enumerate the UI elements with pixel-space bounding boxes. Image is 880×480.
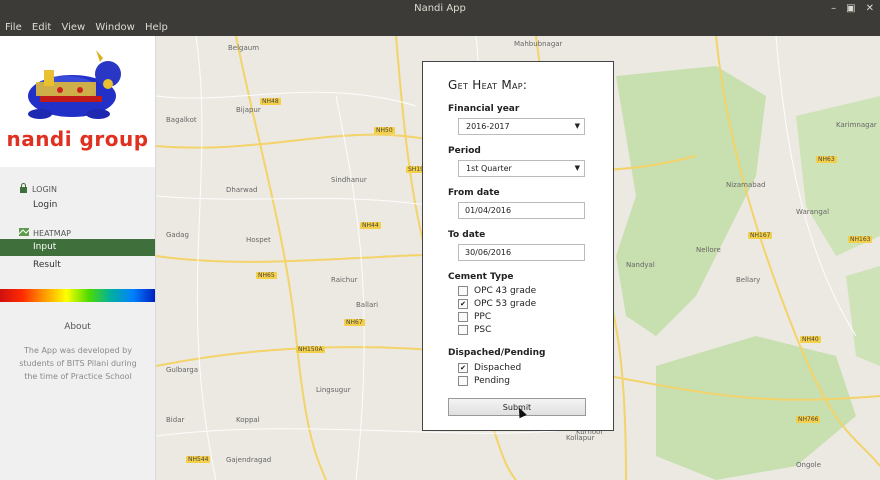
about-title: About: [64, 322, 91, 332]
town-label: Bijapur: [236, 106, 261, 114]
town-label: Ongole: [796, 461, 821, 469]
town-label: Kollapur: [566, 434, 595, 442]
period-label: Period: [448, 146, 481, 156]
checkbox-icon[interactable]: [458, 325, 468, 335]
lock-icon: [19, 183, 28, 195]
dropdown-arrow-icon: ▼: [574, 164, 580, 172]
checkbox-checked-icon[interactable]: ✔: [458, 299, 468, 309]
login-section-header: LOGIN: [19, 183, 57, 195]
sidebar: nandi group LOGIN Login HEATMAP Input Re…: [0, 36, 156, 480]
town-label: Lingsugur: [316, 386, 351, 394]
town-label: Nizamabad: [726, 181, 766, 189]
road-label: NH50: [374, 127, 395, 134]
cement-option-opc43[interactable]: OPC 43 grade: [458, 286, 536, 296]
heatmap-section-header: HEATMAP: [18, 227, 72, 239]
road-label: NH65: [256, 272, 277, 279]
town-label: Gajendragad: [226, 456, 272, 464]
town-label: Bagalkot: [166, 116, 197, 124]
town-label: Bellary: [736, 276, 761, 284]
checkbox-label: OPC 53 grade: [474, 299, 537, 309]
checkbox-checked-icon[interactable]: ✔: [458, 363, 468, 373]
dispatch-option-dispached[interactable]: ✔ Dispached: [458, 363, 521, 373]
checkbox-label: Dispached: [474, 363, 522, 373]
from-date-input[interactable]: 01/04/2016: [458, 202, 585, 219]
town-label: Ballari: [356, 301, 379, 309]
sidebar-item-login[interactable]: Login: [0, 197, 155, 214]
menu-window[interactable]: Window: [95, 22, 134, 33]
sidebar-item-label: Input: [33, 242, 57, 252]
financial-year-value: 2016-2017: [466, 122, 510, 131]
period-value: 1st Quarter: [466, 164, 512, 173]
town-label: Dharwad: [226, 186, 258, 194]
town-label: Warangal: [796, 208, 830, 216]
window-titlebar: Nandi App – ▣ ✕: [0, 0, 880, 19]
road-label: NH766: [796, 416, 821, 423]
map-icon: [18, 227, 30, 239]
road-label: NH63: [816, 156, 837, 163]
form-title: Get Heat Map:: [448, 78, 528, 92]
cement-type-label: Cement Type: [448, 272, 514, 282]
menu-view[interactable]: View: [61, 22, 85, 33]
road-label: NH44: [360, 222, 381, 229]
town-label: Nandyal: [626, 261, 655, 269]
town-label: Karimnagar: [836, 121, 877, 129]
cement-option-ppc[interactable]: PPC: [458, 312, 491, 322]
road-label: NH544: [186, 456, 211, 463]
menu-bar: File Edit View Window Help: [0, 19, 880, 36]
checkbox-icon[interactable]: [458, 286, 468, 296]
checkbox-icon[interactable]: [458, 376, 468, 386]
heatmap-section-label: HEATMAP: [33, 228, 72, 238]
close-icon[interactable]: ✕: [866, 3, 874, 14]
checkbox-label: Pending: [474, 376, 510, 386]
financial-year-select[interactable]: 2016-2017 ▼: [458, 118, 585, 135]
town-label: Raichur: [331, 276, 358, 284]
maximize-icon[interactable]: ▣: [846, 3, 855, 14]
road-label: NH67: [344, 319, 365, 326]
menu-help[interactable]: Help: [145, 22, 168, 33]
sidebar-item-label: Result: [33, 260, 61, 270]
checkbox-label: PPC: [474, 312, 492, 322]
menu-file[interactable]: File: [5, 22, 22, 33]
period-select[interactable]: 1st Quarter ▼: [458, 160, 585, 177]
brand-text: nandi group: [6, 127, 149, 151]
town-label: Gadag: [166, 231, 189, 239]
minimize-icon[interactable]: –: [831, 3, 836, 14]
town-label: Sindhanur: [331, 176, 367, 184]
sidebar-item-label: Login: [33, 200, 58, 210]
heatmap-form-panel: Get Heat Map: Financial year 2016-2017 ▼…: [422, 61, 614, 431]
to-date-input[interactable]: 30/06/2016: [458, 244, 585, 261]
from-date-label: From date: [448, 188, 500, 198]
heat-color-scale: [0, 289, 155, 302]
checkbox-icon[interactable]: [458, 312, 468, 322]
road-label: NH167: [748, 232, 773, 239]
login-section-label: LOGIN: [32, 184, 58, 194]
menu-edit[interactable]: Edit: [32, 22, 51, 33]
road-label: NH150A: [296, 346, 325, 353]
to-date-label: To date: [448, 230, 486, 240]
road-label: NH40: [800, 336, 821, 343]
window-title: Nandi App: [414, 3, 466, 14]
town-label: Belgaum: [228, 44, 260, 52]
cement-option-opc53[interactable]: ✔ OPC 53 grade: [458, 299, 536, 309]
checkbox-label: PSC: [474, 325, 492, 335]
logo: nandi group: [0, 36, 155, 167]
checkbox-label: OPC 43 grade: [474, 286, 537, 296]
dropdown-arrow-icon: ▼: [574, 122, 580, 130]
town-label: Koppal: [236, 416, 260, 424]
about-text: The App was developed by students of BIT…: [19, 346, 137, 381]
dispatch-label: Dispached/Pending: [448, 348, 546, 358]
road-label: NH163: [848, 236, 873, 243]
road-label: NH48: [260, 98, 281, 105]
town-label: Bidar: [166, 416, 185, 424]
sidebar-item-result[interactable]: Result: [0, 257, 155, 274]
town-label: Gulbarga: [166, 366, 199, 374]
financial-year-label: Financial year: [448, 104, 520, 114]
town-label: Mahbubnagar: [514, 40, 563, 48]
sidebar-item-input[interactable]: Input: [0, 239, 155, 256]
cement-option-psc[interactable]: PSC: [458, 325, 491, 335]
town-label: Hospet: [246, 236, 271, 244]
dispatch-option-pending[interactable]: Pending: [458, 376, 510, 386]
town-label: Nellore: [696, 246, 721, 254]
